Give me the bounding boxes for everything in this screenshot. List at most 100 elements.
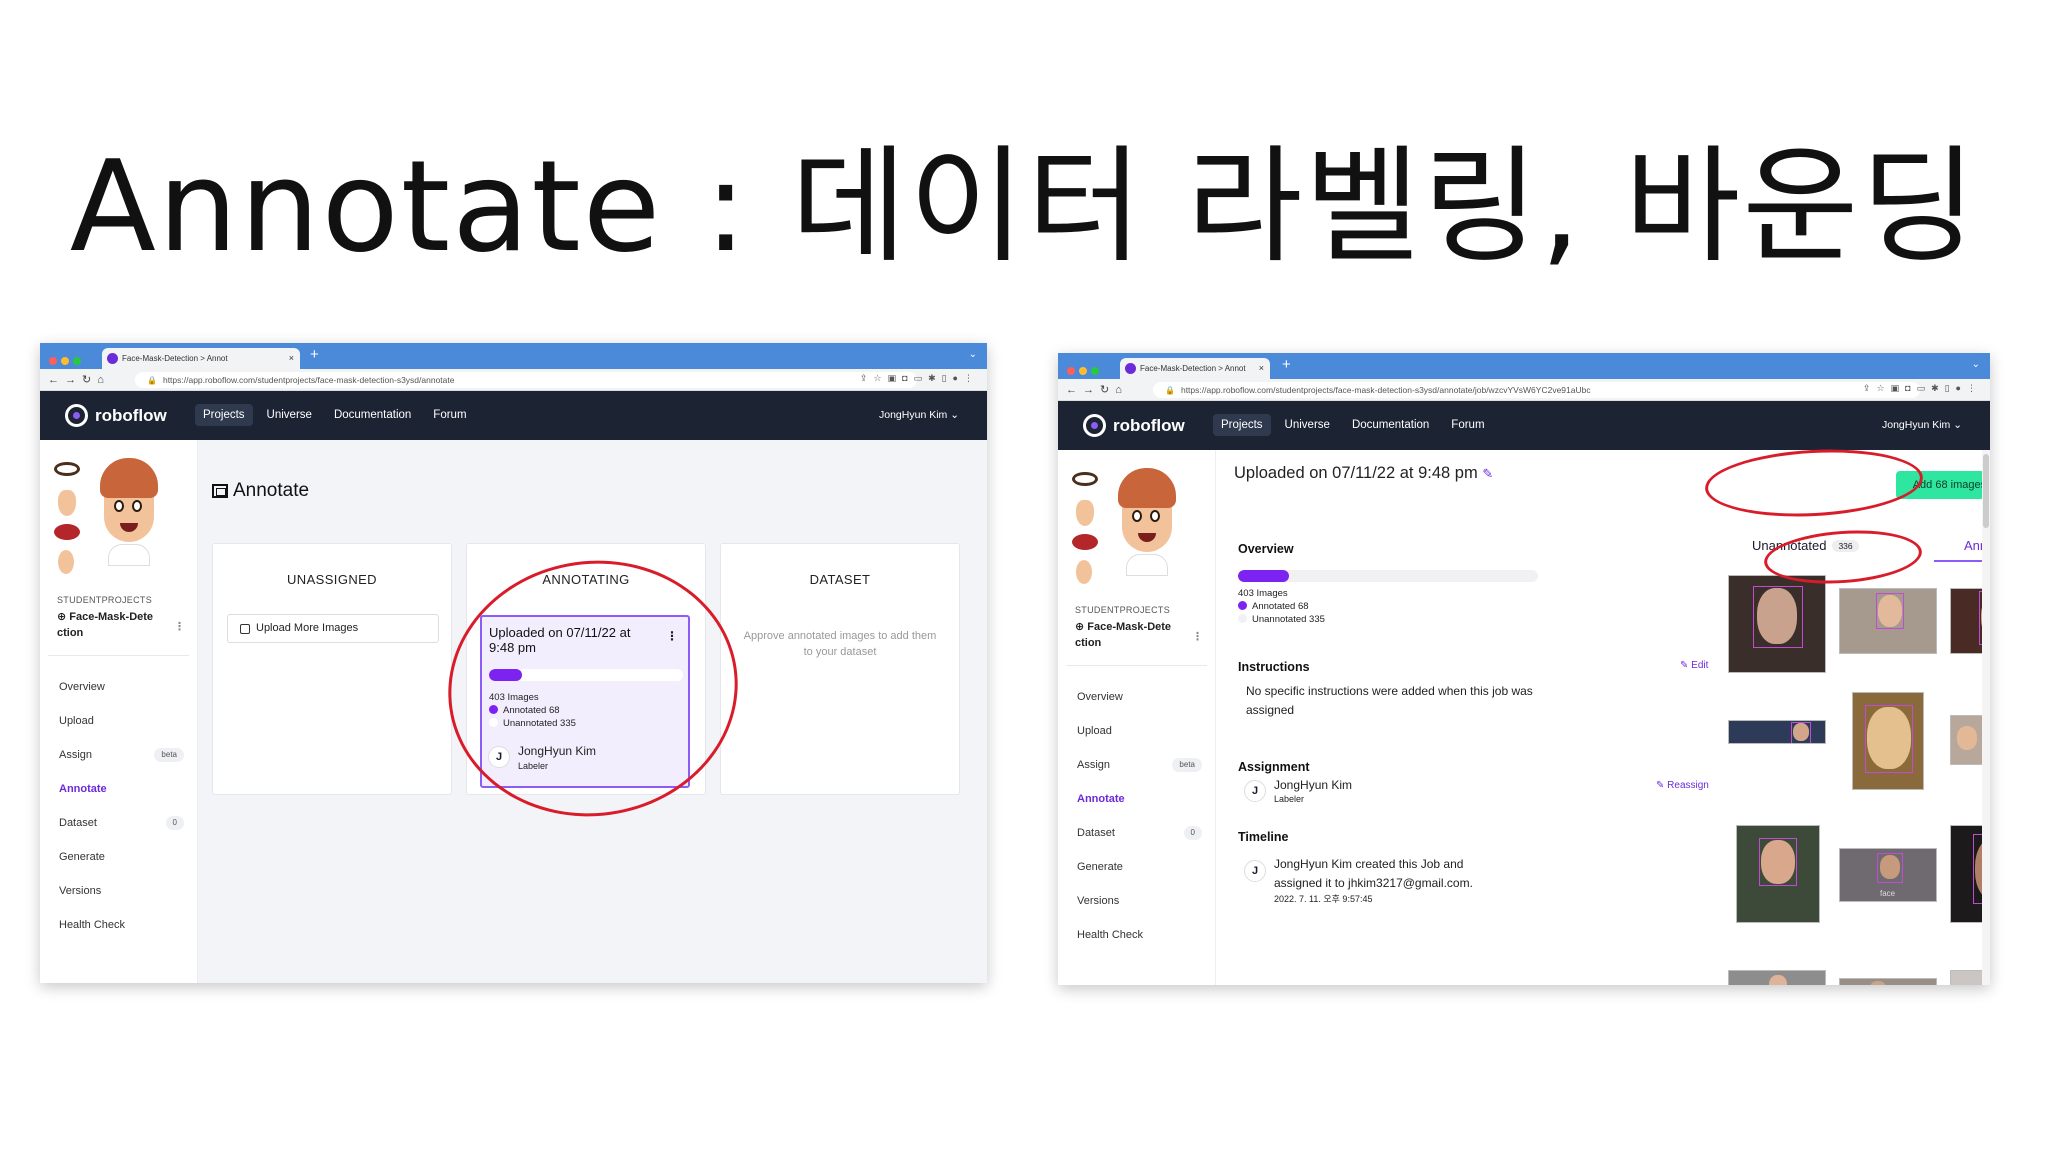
close-window-icon[interactable] <box>49 357 57 365</box>
sidebar-item-overview[interactable]: Overview <box>1058 680 1215 714</box>
project-kebab-icon[interactable]: ⋮ <box>1192 629 1203 645</box>
sidebar-item-health-check[interactable]: Health Check <box>1058 918 1215 952</box>
forward-icon[interactable]: → <box>65 374 82 386</box>
nav-projects[interactable]: Projects <box>195 404 253 426</box>
nav-buttons[interactable]: ←→↻⌂ <box>48 373 110 386</box>
timeline-time: 2022. 7. 11. 오후 9:57:45 <box>1274 894 1373 904</box>
url-field[interactable]: 🔒 https://app.roboflow.com/studentproject… <box>135 372 917 388</box>
project-name[interactable]: ⊕ Face-Mask-Dete ction ⋮ <box>1058 615 1215 655</box>
browser-tab-title: Face-Mask-Detection > Annot <box>122 354 228 363</box>
maximize-window-icon[interactable] <box>73 357 81 365</box>
back-icon[interactable]: ← <box>48 374 65 386</box>
assignee-role: Labeler <box>1274 794 1305 804</box>
reload-icon[interactable]: ↻ <box>1100 384 1115 396</box>
back-icon[interactable]: ← <box>1066 384 1083 396</box>
unannotated-row: Unannotated 335 <box>1238 613 1325 626</box>
minimize-window-icon[interactable] <box>61 357 69 365</box>
column-dataset: DATASET Approve annotated images to add … <box>720 543 960 795</box>
project-thumbnail <box>40 440 197 595</box>
lock-icon: 🔒 <box>147 376 157 385</box>
reload-icon[interactable]: ↻ <box>82 374 97 386</box>
image-thumbnail[interactable] <box>1852 692 1924 790</box>
sidebar-item-generate[interactable]: Generate <box>40 840 197 874</box>
sidebar-item-versions[interactable]: Versions <box>40 874 197 908</box>
sidebar-item-overview[interactable]: Overview <box>40 670 197 704</box>
images-count: 403 Images <box>1238 588 1288 599</box>
tab-search-chevron-icon[interactable]: ⌄ <box>969 349 977 360</box>
window-controls[interactable] <box>1067 362 1103 380</box>
lips-part <box>54 524 80 540</box>
new-tab-button[interactable]: + <box>1282 356 1291 373</box>
tab-search-chevron-icon[interactable]: ⌄ <box>1972 359 1980 370</box>
nav-buttons[interactable]: ←→↻⌂ <box>1066 383 1128 396</box>
roboflow-logo[interactable]: roboflow <box>65 404 167 427</box>
scrollbar-thumb[interactable] <box>1983 454 1989 528</box>
nav-documentation[interactable]: Documentation <box>1344 414 1437 436</box>
image-thumbnail[interactable] <box>1728 575 1826 673</box>
nav-forum[interactable]: Forum <box>425 404 474 426</box>
sidebar-item-upload[interactable]: Upload <box>1058 714 1215 748</box>
url-text: https://app.roboflow.com/studentprojects… <box>162 375 455 385</box>
edit-instructions-link[interactable]: ✎ Edit <box>1680 660 1708 671</box>
project-name[interactable]: ⊕ Face-Mask-Dete ction ⋮ <box>40 605 197 645</box>
eye-part <box>1072 472 1098 486</box>
edit-title-icon[interactable]: ✎ <box>1482 466 1493 481</box>
project-sidebar: STUDENTPROJECTS ⊕ Face-Mask-Dete ction ⋮ O… <box>40 440 198 983</box>
nav-forum[interactable]: Forum <box>1443 414 1492 436</box>
roboflow-logo[interactable]: roboflow <box>1083 414 1185 437</box>
sidebar-item-assign[interactable]: Assign beta <box>1058 748 1215 782</box>
roboflow-navbar: roboflow Projects Universe Documentation… <box>1058 401 1990 450</box>
sidebar-item-health-check[interactable]: Health Check <box>40 908 197 942</box>
home-icon[interactable]: ⌂ <box>1115 384 1128 396</box>
url-field[interactable]: 🔒 https://app.roboflow.com/studentproject… <box>1153 382 1920 398</box>
sidebar-item-assign[interactable]: Assign beta <box>40 738 197 772</box>
user-menu[interactable]: JongHyun Kim ⌄ <box>879 409 959 421</box>
roboflow-favicon-icon <box>1125 363 1136 374</box>
image-thumbnail[interactable] <box>1728 720 1826 744</box>
roboflow-favicon-icon <box>107 353 118 364</box>
nav-universe[interactable]: Universe <box>1277 414 1338 436</box>
image-thumbnail[interactable] <box>1736 825 1820 923</box>
browser-tab[interactable]: Face-Mask-Detection > Annot × <box>1120 358 1270 379</box>
assignee-avatar: J <box>1244 780 1266 802</box>
cartoon-face <box>100 458 158 566</box>
extension-icons[interactable]: ⇪☆▣◘▭✱▯●⋮ <box>860 373 979 384</box>
globe-icon: ⊕ <box>1075 621 1088 633</box>
extension-icons[interactable]: ⇪☆▣◘▭✱▯●⋮ <box>1863 383 1982 394</box>
sidebar-item-annotate[interactable]: Annotate <box>1058 782 1215 816</box>
image-thumbnail[interactable] <box>1839 978 1937 985</box>
lock-icon: 🔒 <box>1165 386 1175 395</box>
scrollbar[interactable] <box>1982 450 1990 985</box>
new-tab-button[interactable]: + <box>310 346 319 363</box>
sidebar-item-dataset[interactable]: Dataset 0 <box>40 806 197 840</box>
cartoon-face <box>1118 468 1176 576</box>
user-menu[interactable]: JongHyun Kim ⌄ <box>1882 419 1962 431</box>
job-stats: 403 Images Annotated 68 Unannotated 335 <box>1238 587 1325 626</box>
sidebar-item-upload[interactable]: Upload <box>40 704 197 738</box>
forward-icon[interactable]: → <box>1083 384 1100 396</box>
minimize-window-icon[interactable] <box>1079 367 1087 375</box>
tab-close-icon[interactable]: × <box>1259 358 1264 379</box>
sidebar-item-versions[interactable]: Versions <box>1058 884 1215 918</box>
tab-close-icon[interactable]: × <box>289 348 294 369</box>
sidebar-item-annotate[interactable]: Annotate <box>40 772 197 806</box>
window-controls[interactable] <box>49 352 85 370</box>
roboflow-navbar: roboflow Projects Universe Documentation… <box>40 391 987 440</box>
close-window-icon[interactable] <box>1067 367 1075 375</box>
project-kebab-icon[interactable]: ⋮ <box>174 619 185 635</box>
image-thumbnail[interactable] <box>1839 588 1937 654</box>
beta-badge: beta <box>154 748 184 762</box>
nav-universe[interactable]: Universe <box>259 404 320 426</box>
maximize-window-icon[interactable] <box>1091 367 1099 375</box>
image-thumbnail[interactable]: face <box>1839 848 1937 902</box>
browser-tab[interactable]: Face-Mask-Detection > Annot × <box>102 348 300 369</box>
image-thumbnail[interactable] <box>1728 970 1826 985</box>
upload-more-images-button[interactable]: Upload More Images <box>227 614 439 643</box>
nav-documentation[interactable]: Documentation <box>326 404 419 426</box>
sidebar-item-generate[interactable]: Generate <box>1058 850 1215 884</box>
timeline-avatar: J <box>1244 860 1266 882</box>
home-icon[interactable]: ⌂ <box>97 374 110 386</box>
sidebar-item-dataset[interactable]: Dataset 0 <box>1058 816 1215 850</box>
nav-projects[interactable]: Projects <box>1213 414 1271 436</box>
reassign-link[interactable]: ✎ Reassign <box>1656 780 1709 791</box>
